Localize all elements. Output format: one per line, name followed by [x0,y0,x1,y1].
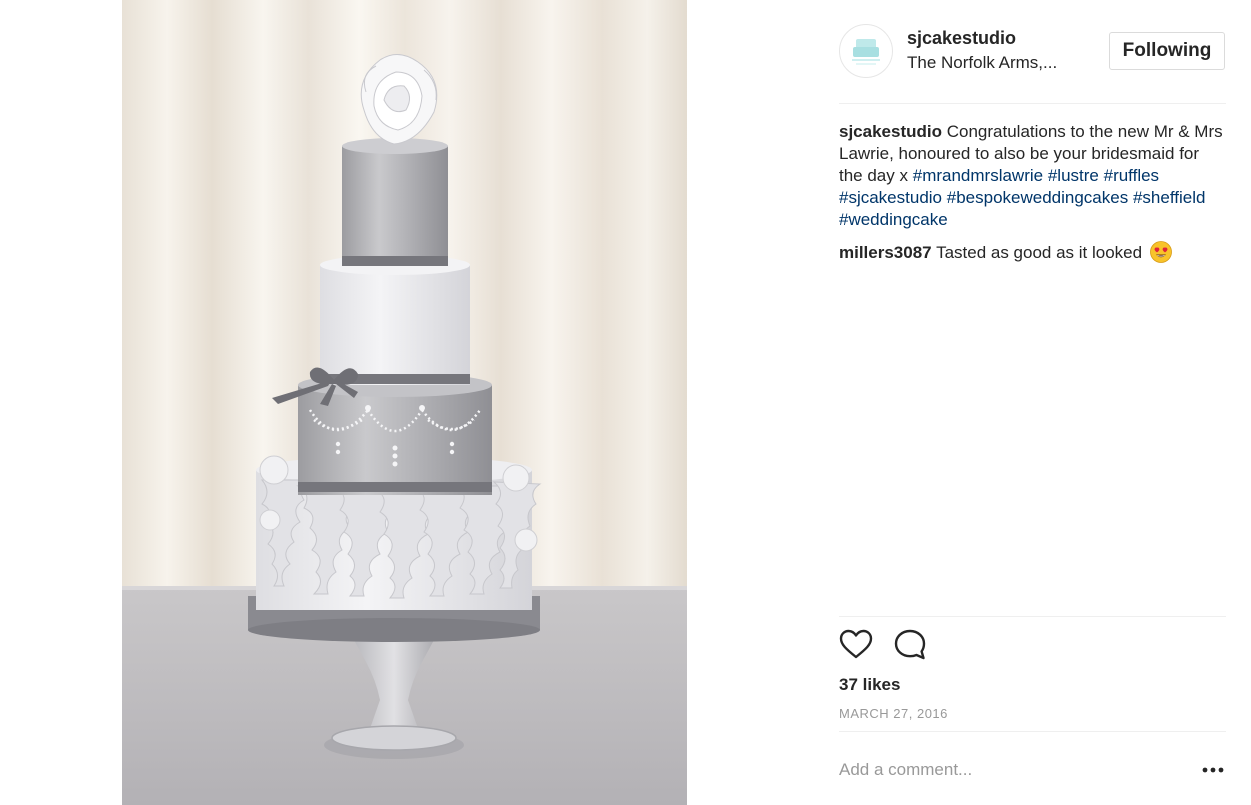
likes-count[interactable]: 37 likes [839,675,900,695]
post-header: sjcakestudio The Norfolk Arms,... Follow… [839,24,1226,80]
comments-list: sjcakestudio Congratulations to the new … [839,121,1226,274]
comment-author-link[interactable]: sjcakestudio [839,122,942,141]
post-actions [839,628,1226,664]
wedding-cake-image [122,0,687,805]
post-location-link[interactable]: The Norfolk Arms,... [907,53,1085,73]
hashtag-link[interactable]: #mrandmrslawrie [913,166,1043,185]
heart-eyes-emoji-icon [1149,241,1172,263]
hashtag-link[interactable]: #weddingcake [839,210,948,229]
post-date[interactable]: MARCH 27, 2016 [839,706,948,721]
cake-logo-icon [852,39,880,65]
hashtag-link[interactable]: #bespokeweddingcakes [947,188,1128,207]
hashtag-link[interactable]: #sjcakestudio [839,188,942,207]
post-author-link[interactable]: sjcakestudio [907,28,1016,49]
more-options-icon[interactable] [1201,760,1225,780]
comment-text: Tasted as good as it looked [936,243,1143,262]
following-button[interactable]: Following [1109,32,1225,70]
hashtag-link[interactable]: #lustre [1048,166,1099,185]
actions-divider [839,616,1226,617]
caption-comment: sjcakestudio Congratulations to the new … [839,121,1226,231]
speech-bubble-icon[interactable] [893,628,927,662]
avatar[interactable] [839,24,893,78]
post-details-panel: sjcakestudio The Norfolk Arms,... Follow… [839,0,1226,805]
comment: millers3087 Tasted as good as it looked [839,241,1226,264]
header-divider [839,103,1226,104]
add-comment-input[interactable] [839,756,1179,784]
hashtag-link[interactable]: #ruffles [1104,166,1159,185]
comment-divider [839,731,1226,732]
post-photo[interactable] [122,0,687,805]
heart-outline-icon[interactable] [839,628,873,662]
comment-author-link[interactable]: millers3087 [839,243,932,262]
hashtag-link[interactable]: #sheffield [1133,188,1205,207]
